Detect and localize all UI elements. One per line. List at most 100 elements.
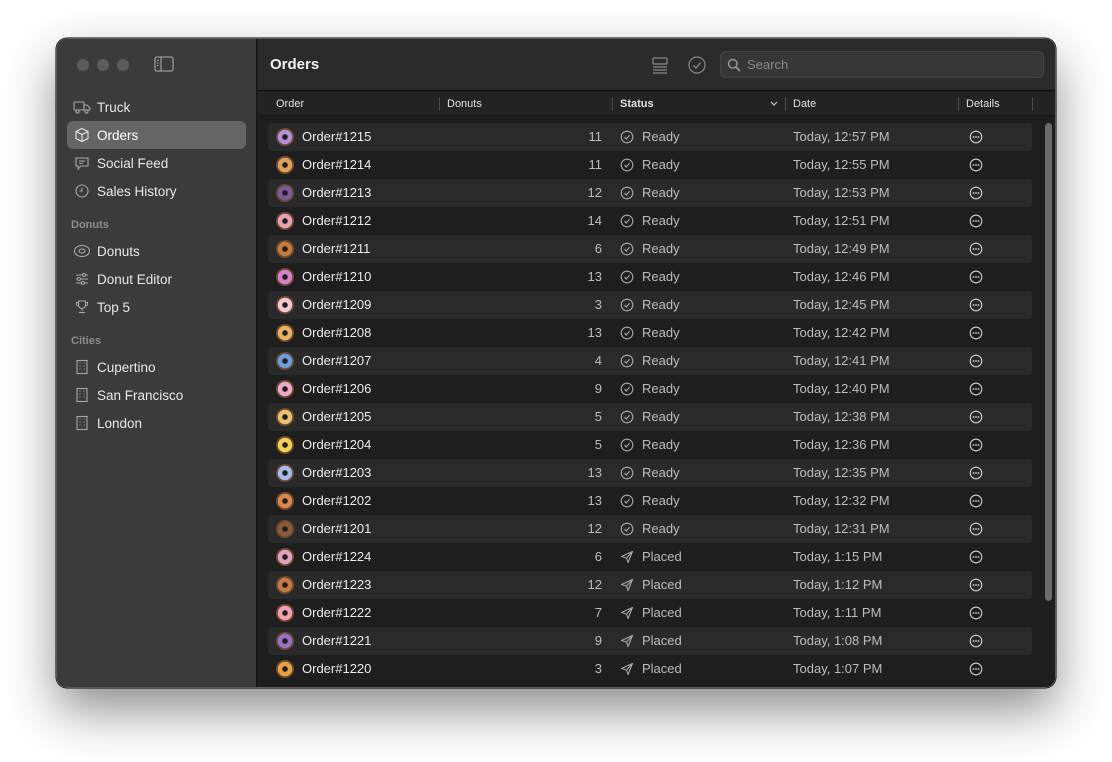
sidebar-item-truck[interactable]: Truck bbox=[67, 93, 246, 121]
more-details-icon[interactable] bbox=[969, 494, 983, 508]
donut-thumbnail-icon bbox=[276, 576, 294, 594]
table-row[interactable]: Order#1208 13 Ready Today, 12:42 PM bbox=[268, 319, 1032, 347]
order-id: Order#1222 bbox=[302, 605, 372, 620]
more-details-icon[interactable] bbox=[969, 270, 983, 284]
order-id: Order#1204 bbox=[302, 437, 372, 452]
column-header-date[interactable]: Date bbox=[785, 92, 957, 116]
more-details-icon[interactable] bbox=[969, 634, 983, 648]
minimize-window-button[interactable] bbox=[97, 59, 109, 71]
table-header: Order Donuts Status Date Details bbox=[258, 92, 1055, 116]
sidebar-item-sales-history[interactable]: Sales History bbox=[67, 177, 246, 205]
list-view-icon[interactable] bbox=[650, 55, 670, 75]
more-details-icon[interactable] bbox=[969, 438, 983, 452]
more-details-icon[interactable] bbox=[969, 550, 983, 564]
search-input[interactable] bbox=[747, 57, 1027, 72]
table-row[interactable]: Order#1211 6 Ready Today, 12:49 PM bbox=[268, 235, 1032, 263]
table-row[interactable]: Order#1214 11 Ready Today, 12:55 PM bbox=[268, 151, 1032, 179]
sidebar-item-orders[interactable]: Orders bbox=[67, 121, 246, 149]
table-row[interactable]: Order#1220 3 Placed Today, 1:07 PM bbox=[268, 655, 1032, 683]
donut-thumbnail-icon bbox=[276, 380, 294, 398]
table-row[interactable]: Order#1206 9 Ready Today, 12:40 PM bbox=[268, 375, 1032, 403]
table-row[interactable]: Order#1215 11 Ready Today, 12:57 PM bbox=[268, 123, 1032, 151]
table-row[interactable]: Order#1207 4 Ready Today, 12:41 PM bbox=[268, 347, 1032, 375]
table-row[interactable]: Order#1205 5 Ready Today, 12:38 PM bbox=[268, 403, 1032, 431]
table-row[interactable]: Order#1204 5 Ready Today, 12:36 PM bbox=[268, 431, 1032, 459]
table-row[interactable]: Order#1210 13 Ready Today, 12:46 PM bbox=[268, 263, 1032, 291]
table-row[interactable]: Order#1223 12 Placed Today, 1:12 PM bbox=[268, 571, 1032, 599]
donut-count: 13 bbox=[587, 269, 602, 284]
table-row[interactable]: Order#1201 12 Ready Today, 12:31 PM bbox=[268, 515, 1032, 543]
sidebar-item-top-5[interactable]: Top 5 bbox=[67, 293, 246, 321]
status-cell: Ready bbox=[620, 151, 680, 179]
more-details-icon[interactable] bbox=[969, 466, 983, 480]
status-cell: Ready bbox=[620, 179, 680, 207]
more-details-icon[interactable] bbox=[969, 606, 983, 620]
order-id: Order#1206 bbox=[302, 381, 372, 396]
order-date: Today, 1:15 PM bbox=[793, 549, 883, 564]
table-row[interactable]: Order#1212 14 Ready Today, 12:51 PM bbox=[268, 207, 1032, 235]
sidebar-nav: Truck Orders Social Feed Sales History D… bbox=[67, 93, 246, 437]
sidebar-item-donuts[interactable]: Donuts bbox=[67, 237, 246, 265]
order-date: Today, 12:55 PM bbox=[793, 157, 890, 172]
more-details-icon[interactable] bbox=[969, 410, 983, 424]
table-row[interactable]: Order#1213 12 Ready Today, 12:53 PM bbox=[268, 179, 1032, 207]
sidebar-item-label: Donut Editor bbox=[97, 271, 173, 287]
more-details-icon[interactable] bbox=[969, 298, 983, 312]
sidebar-toggle-icon[interactable] bbox=[154, 56, 174, 72]
more-details-icon[interactable] bbox=[969, 158, 983, 172]
sidebar-item-label: Truck bbox=[97, 99, 131, 115]
page-title: Orders bbox=[270, 56, 320, 73]
table-row[interactable]: Order#1203 13 Ready Today, 12:35 PM bbox=[268, 459, 1032, 487]
status-label: Ready bbox=[642, 521, 680, 536]
table-row[interactable]: Order#1221 9 Placed Today, 1:08 PM bbox=[268, 627, 1032, 655]
donut-count: 6 bbox=[594, 241, 602, 256]
more-details-icon[interactable] bbox=[969, 130, 983, 144]
column-header-order[interactable]: Order bbox=[268, 92, 438, 116]
sidebar-item-san-francisco[interactable]: San Francisco bbox=[67, 381, 246, 409]
checkmark-circle-icon bbox=[620, 410, 634, 424]
status-cell: Placed bbox=[620, 655, 682, 683]
more-details-icon[interactable] bbox=[969, 186, 983, 200]
column-header-donuts[interactable]: Donuts bbox=[439, 92, 611, 116]
sidebar-item-label: London bbox=[97, 415, 143, 431]
close-window-button[interactable] bbox=[77, 59, 89, 71]
checkmark-circle-icon bbox=[620, 130, 634, 144]
more-details-icon[interactable] bbox=[969, 662, 983, 676]
column-header-details[interactable]: Details bbox=[958, 92, 1032, 116]
status-label: Ready bbox=[642, 493, 680, 508]
status-label: Ready bbox=[642, 213, 680, 228]
more-details-icon[interactable] bbox=[969, 354, 983, 368]
vertical-scrollbar[interactable] bbox=[1045, 123, 1052, 601]
search-field[interactable] bbox=[720, 51, 1044, 78]
app-window: Truck Orders Social Feed Sales History D… bbox=[56, 38, 1056, 688]
status-label: Placed bbox=[642, 577, 682, 592]
more-details-icon[interactable] bbox=[969, 326, 983, 340]
status-cell: Ready bbox=[620, 263, 680, 291]
zoom-window-button[interactable] bbox=[117, 59, 129, 71]
order-date: Today, 12:49 PM bbox=[793, 241, 890, 256]
more-details-icon[interactable] bbox=[969, 382, 983, 396]
table-row[interactable]: Order#1209 3 Ready Today, 12:45 PM bbox=[268, 291, 1032, 319]
status-cell: Ready bbox=[620, 235, 680, 263]
more-details-icon[interactable] bbox=[969, 214, 983, 228]
more-details-icon[interactable] bbox=[969, 242, 983, 256]
sidebar-item-london[interactable]: London bbox=[67, 409, 246, 437]
table-row[interactable]: Order#1224 6 Placed Today, 1:15 PM bbox=[268, 543, 1032, 571]
sidebar-item-cupertino[interactable]: Cupertino bbox=[67, 353, 246, 381]
column-header-status[interactable]: Status bbox=[612, 92, 784, 116]
more-details-icon[interactable] bbox=[969, 578, 983, 592]
order-date: Today, 12:53 PM bbox=[793, 185, 890, 200]
table-row[interactable]: Order#1202 13 Ready Today, 12:32 PM bbox=[268, 487, 1032, 515]
checkmark-circle-icon bbox=[620, 522, 634, 536]
more-details-icon[interactable] bbox=[969, 522, 983, 536]
checkmark-circle-icon bbox=[620, 298, 634, 312]
order-id: Order#1221 bbox=[302, 633, 372, 648]
table-row[interactable]: Order#1222 7 Placed Today, 1:11 PM bbox=[268, 599, 1032, 627]
sidebar-item-social-feed[interactable]: Social Feed bbox=[67, 149, 246, 177]
checkmark-circle-icon bbox=[620, 270, 634, 284]
checkmark-circle-icon[interactable] bbox=[687, 55, 707, 75]
sidebar-item-donut-editor[interactable]: Donut Editor bbox=[67, 265, 246, 293]
donut-thumbnail-icon bbox=[276, 520, 294, 538]
donut-count: 5 bbox=[594, 409, 602, 424]
donut-thumbnail-icon bbox=[276, 296, 294, 314]
